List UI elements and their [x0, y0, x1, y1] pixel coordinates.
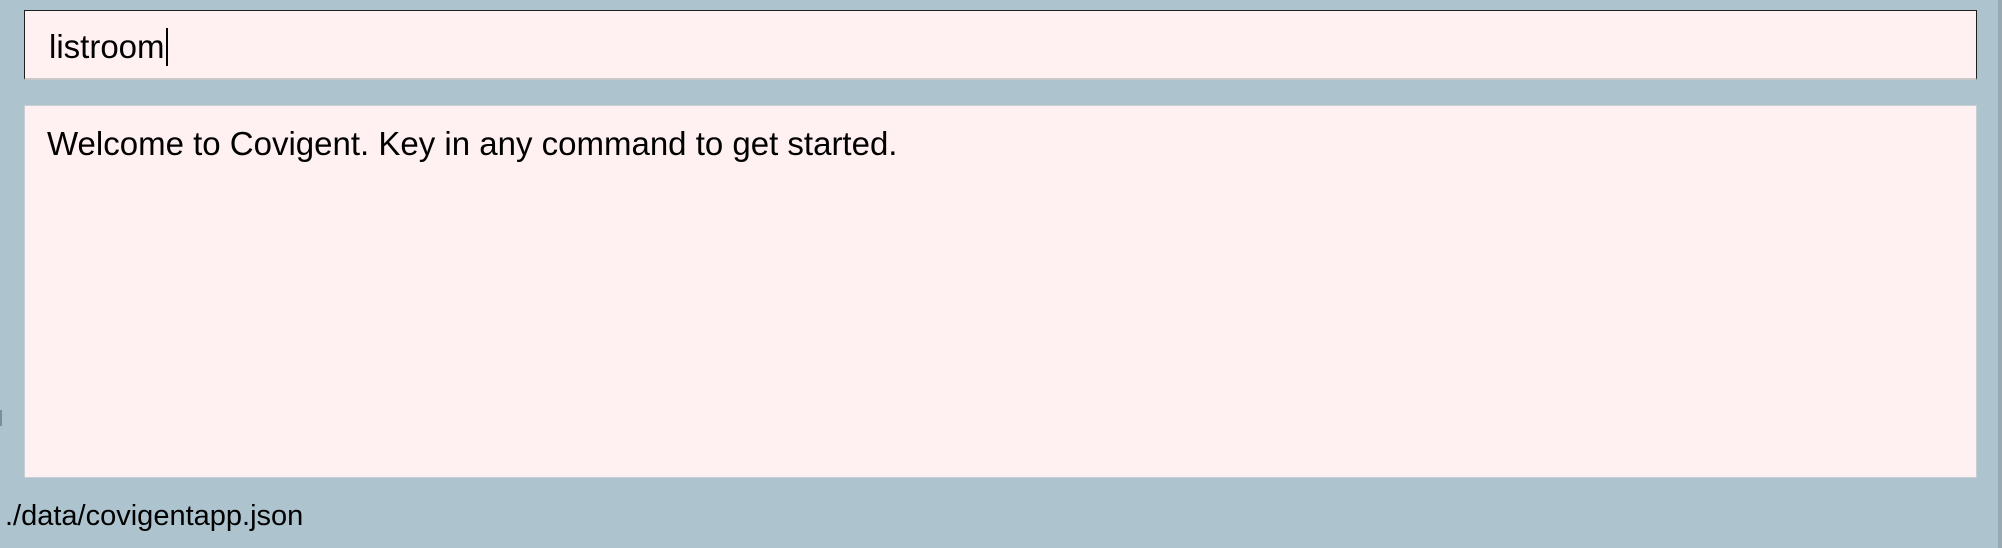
result-display[interactable]: Welcome to Covigent. Key in any command …: [24, 105, 1977, 478]
window-right-edge: [1998, 0, 2002, 548]
covigent-window: { "command_box": { "value": "listroom" }…: [0, 0, 2002, 548]
status-bar-file-path: ./data/covigentapp.json: [5, 500, 304, 532]
command-box[interactable]: listroom: [24, 10, 1977, 80]
command-input[interactable]: listroom: [49, 27, 168, 67]
result-message: Welcome to Covigent. Key in any command …: [47, 125, 898, 162]
window-left-resize-handle[interactable]: [0, 410, 2, 426]
command-input-text: listroom: [49, 28, 165, 65]
text-caret: [165, 28, 168, 66]
